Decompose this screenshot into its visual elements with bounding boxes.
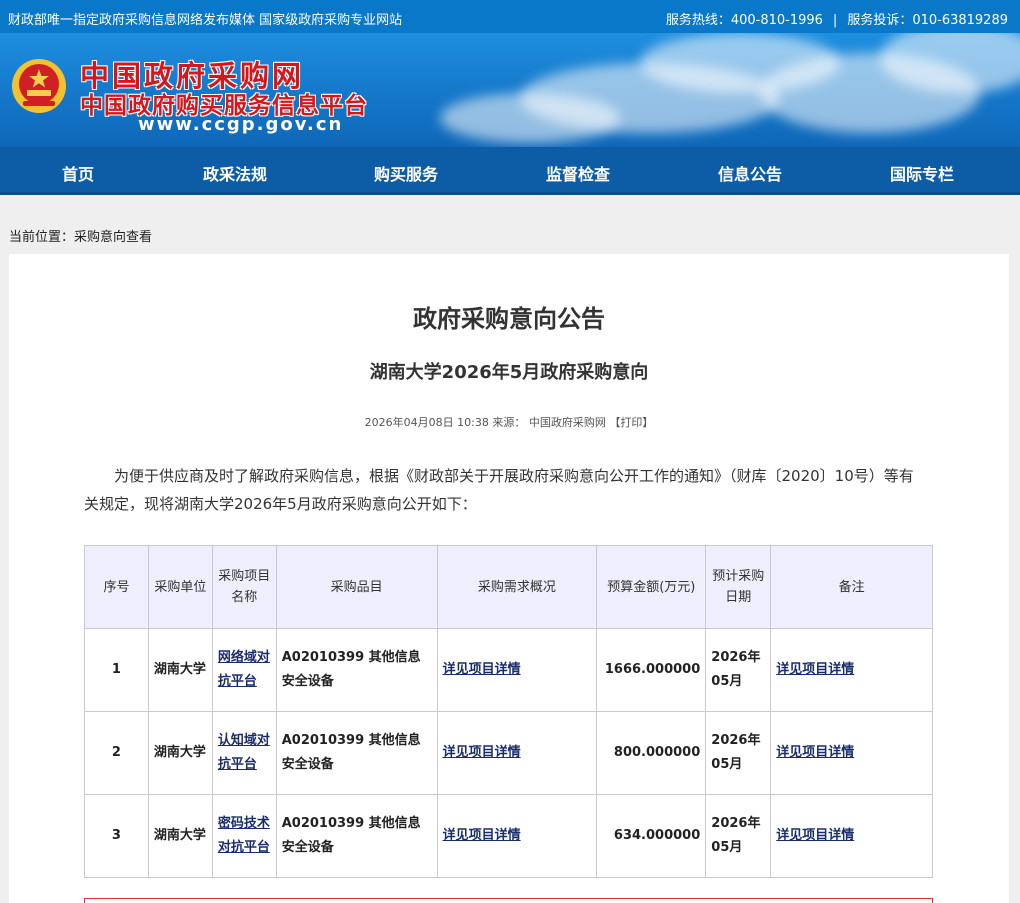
complaint-text: 服务投诉：010-63819289 xyxy=(847,13,1008,28)
header-no: 序号 xyxy=(84,545,149,629)
project-link[interactable]: 认知域对抗平台 xyxy=(218,733,270,772)
cell-budget: 800.000000 xyxy=(596,711,707,795)
note-detail-link[interactable]: 详见项目详情 xyxy=(776,662,854,677)
cell-no: 1 xyxy=(84,628,149,712)
cell-unit: 湖南大学 xyxy=(147,711,213,795)
cell-unit: 湖南大学 xyxy=(147,794,213,878)
intent-table: 序号 采购单位 采购项目名称 采购品目 采购需求概况 预算金额(万元) 预计采购… xyxy=(84,545,933,878)
article-intro: 为便于供应商及时了解政府采购信息，根据《财政部关于开展政府采购意向公开工作的通知… xyxy=(84,467,914,513)
cell-date: 2026年05月 xyxy=(705,794,772,878)
header-note: 备注 xyxy=(770,545,933,629)
cell-no: 2 xyxy=(84,711,149,795)
demand-detail-link[interactable]: 详见项目详情 xyxy=(443,745,521,760)
cell-no: 3 xyxy=(84,794,149,878)
header-date: 预计采购日期 xyxy=(705,545,772,629)
table-row: 2 湖南大学 认知域对抗平台 A02010399 其他信息安全设备 详见项目详情… xyxy=(84,711,933,795)
table-header-row: 序号 采购单位 采购项目名称 采购品目 采购需求概况 预算金额(万元) 预计采购… xyxy=(84,545,933,629)
header-unit: 采购单位 xyxy=(147,545,213,629)
top-info-bar: 财政部唯一指定政府采购信息网络发布媒体 国家级政府采购专业网站 服务热线：400… xyxy=(0,0,1020,33)
top-contact: 服务热线：400-810-1996 | 服务投诉：010-63819289 xyxy=(666,9,1008,28)
page-subtitle: 湖南大学2026年5月政府采购意向 xyxy=(369,362,649,383)
article-panel: 政府采购意向公告 湖南大学2026年5月政府采购意向 2026年04月08日 1… xyxy=(9,254,1009,903)
top-slogan: 财政部唯一指定政府采购信息网络发布媒体 国家级政府采购专业网站 xyxy=(8,13,403,28)
article-meta: 2026年04月08日 10:38 来源： 中国政府采购网 【打印】 xyxy=(364,416,654,429)
header-category: 采购品目 xyxy=(275,545,438,629)
cell-project: 认知域对抗平台 xyxy=(211,711,277,795)
main-nav: 首页 政采法规 购买服务 监督检查 信息公告 国际专栏 xyxy=(0,147,1020,195)
cell-unit: 湖南大学 xyxy=(147,628,213,712)
header-budget: 预算金额(万元) xyxy=(596,545,707,629)
nav-international[interactable]: 国际专栏 xyxy=(862,161,982,185)
site-banner: 中国政府采购网 中国政府购买服务信息平台 www.ccgp.gov.cn xyxy=(0,33,1020,147)
nav-announcements[interactable]: 信息公告 xyxy=(690,161,810,185)
table-row: 3 湖南大学 密码技术对抗平台 A02010399 其他信息安全设备 详见项目详… xyxy=(84,794,933,878)
nav-purchase-services[interactable]: 购买服务 xyxy=(346,161,466,185)
header-project: 采购项目名称 xyxy=(211,545,277,629)
table-row: 1 湖南大学 网络域对抗平台 A02010399 其他信息安全设备 详见项目详情… xyxy=(84,628,933,712)
cell-demand: 详见项目详情 xyxy=(436,711,598,795)
notice-box xyxy=(84,898,933,903)
demand-detail-link[interactable]: 详见项目详情 xyxy=(443,662,521,677)
cell-demand: 详见项目详情 xyxy=(436,794,598,878)
page-title: 政府采购意向公告 xyxy=(413,305,605,333)
note-detail-link[interactable]: 详见项目详情 xyxy=(776,745,854,760)
cell-date: 2026年05月 xyxy=(705,711,772,795)
cell-project: 密码技术对抗平台 xyxy=(211,794,277,878)
cell-budget: 634.000000 xyxy=(596,794,707,878)
site-url: www.ccgp.gov.cn xyxy=(138,114,344,135)
cell-date: 2026年05月 xyxy=(705,628,772,712)
contact-separator: | xyxy=(832,13,838,28)
cell-category: A02010399 其他信息安全设备 xyxy=(275,794,438,878)
nav-supervision[interactable]: 监督检查 xyxy=(518,161,638,185)
breadcrumb: 当前位置：采购意向查看 xyxy=(9,230,153,245)
cell-note: 详见项目详情 xyxy=(770,794,933,878)
national-emblem-icon[interactable] xyxy=(10,57,68,115)
project-link[interactable]: 网络域对抗平台 xyxy=(218,650,270,689)
cell-project: 网络域对抗平台 xyxy=(211,628,277,712)
nav-regulations[interactable]: 政采法规 xyxy=(175,161,295,185)
nav-home[interactable]: 首页 xyxy=(18,161,138,185)
hotline-text: 服务热线：400-810-1996 xyxy=(665,13,823,28)
project-link[interactable]: 密码技术对抗平台 xyxy=(218,816,270,855)
demand-detail-link[interactable]: 详见项目详情 xyxy=(443,828,521,843)
cell-note: 详见项目详情 xyxy=(770,628,933,712)
cell-category: A02010399 其他信息安全设备 xyxy=(275,628,438,712)
note-detail-link[interactable]: 详见项目详情 xyxy=(776,828,854,843)
header-demand: 采购需求概况 xyxy=(436,545,598,629)
cell-budget: 1666.000000 xyxy=(596,628,707,712)
cell-demand: 详见项目详情 xyxy=(436,628,598,712)
cell-note: 详见项目详情 xyxy=(770,711,933,795)
cell-category: A02010399 其他信息安全设备 xyxy=(275,711,438,795)
